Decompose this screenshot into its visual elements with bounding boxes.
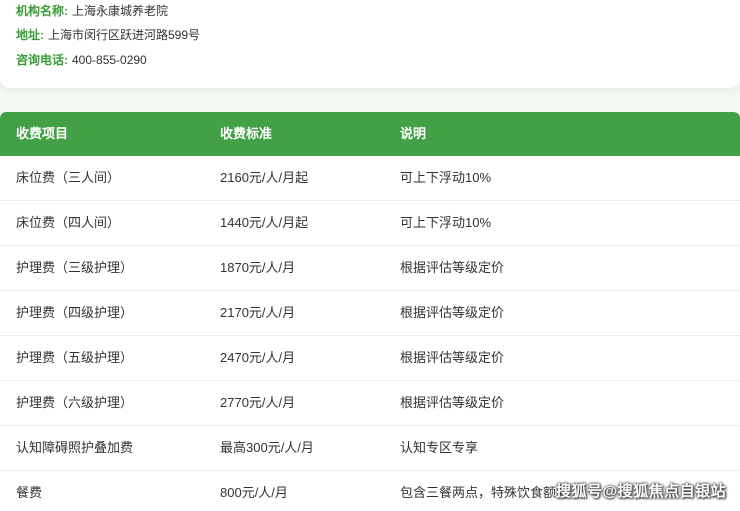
table-row: 护理费（六级护理） 2770元/人/月 根据评估等级定价 (0, 381, 740, 426)
table-row: 床位费（四人间） 1440元/人/月起 可上下浮动10% (0, 201, 740, 246)
fee-note-cell: 包含三餐两点，特殊饮食额外 (400, 485, 570, 500)
table-row: 床位费（三人间） 2160元/人/月起 可上下浮动10% (0, 156, 740, 201)
fee-standard-cell: 最高300元/人/月 (220, 440, 314, 455)
table-row: 护理费（三级护理） 1870元/人/月 根据评估等级定价 (0, 246, 740, 291)
fee-standard-cell: 800元/人/月 (220, 485, 288, 500)
institution-info-card: 机构名称: 上海永康城养老院 地址: 上海市闵行区跃进河路599号 咨询电话: 400… (0, 0, 740, 88)
address-label: 地址: (16, 28, 44, 42)
fee-note-cell: 根据评估等级定价 (400, 260, 505, 275)
table-row: 认知障碍照护叠加费 最高300元/人/月 认知专区专享 (0, 426, 740, 471)
fee-item-cell: 护理费（四级护理） (16, 305, 134, 320)
fee-item-cell: 认知障碍照护叠加费 (16, 440, 134, 455)
institution-name-label: 机构名称: (16, 4, 68, 18)
fee-note-cell: 根据评估等级定价 (400, 305, 505, 320)
phone-label: 咨询电话: (16, 53, 68, 67)
fee-item-cell: 床位费（四人间） (16, 215, 121, 230)
fee-standard-cell: 2170元/人/月 (220, 305, 296, 320)
institution-name-row: 机构名称: 上海永康城养老院 (16, 3, 168, 19)
table-row: 护理费（五级护理） 2470元/人/月 根据评估等级定价 (0, 336, 740, 381)
fee-note-cell: 根据评估等级定价 (400, 395, 505, 410)
fee-item-cell: 床位费（三人间） (16, 170, 121, 185)
fee-note-cell: 根据评估等级定价 (400, 350, 505, 365)
fee-standard-cell: 2770元/人/月 (220, 395, 296, 410)
header-fee-standard: 收费标准 (220, 126, 273, 141)
header-note: 说明 (400, 126, 427, 141)
fee-item-cell: 护理费（六级护理） (16, 395, 134, 410)
address-row: 地址: 上海市闵行区跃进河路599号 (16, 27, 200, 43)
fee-standard-cell: 2160元/人/月起 (220, 170, 309, 185)
fee-standard-cell: 1440元/人/月起 (220, 215, 309, 230)
fee-item-cell: 护理费（五级护理） (16, 350, 134, 365)
fee-note-cell: 可上下浮动10% (400, 215, 492, 230)
fee-item-cell: 护理费（三级护理） (16, 260, 134, 275)
fee-note-cell: 可上下浮动10% (400, 170, 492, 185)
fee-standard-cell: 1870元/人/月 (220, 260, 296, 275)
phone-value: 400-855-0290 (72, 53, 147, 67)
header-fee-item: 收费项目 (16, 126, 69, 141)
page: 机构名称: 上海永康城养老院 地址: 上海市闵行区跃进河路599号 咨询电话: 400… (0, 0, 740, 511)
address-value: 上海市闵行区跃进河路599号 (48, 28, 201, 42)
fee-table-header: 收费项目 收费标准 说明 (0, 112, 740, 156)
fee-item-cell: 餐费 (16, 485, 43, 500)
institution-name-value: 上海永康城养老院 (72, 4, 169, 18)
phone-row: 咨询电话: 400-855-0290 (16, 52, 147, 68)
fee-standard-cell: 2470元/人/月 (220, 350, 296, 365)
fee-note-cell: 认知专区专享 (400, 440, 479, 455)
fee-table: 收费项目 收费标准 说明 床位费（三人间） 2160元/人/月起 可上下浮动10… (0, 112, 740, 511)
table-row: 护理费（四级护理） 2170元/人/月 根据评估等级定价 (0, 291, 740, 336)
watermark: 搜狐号@搜狐焦点自银站 (556, 483, 727, 500)
